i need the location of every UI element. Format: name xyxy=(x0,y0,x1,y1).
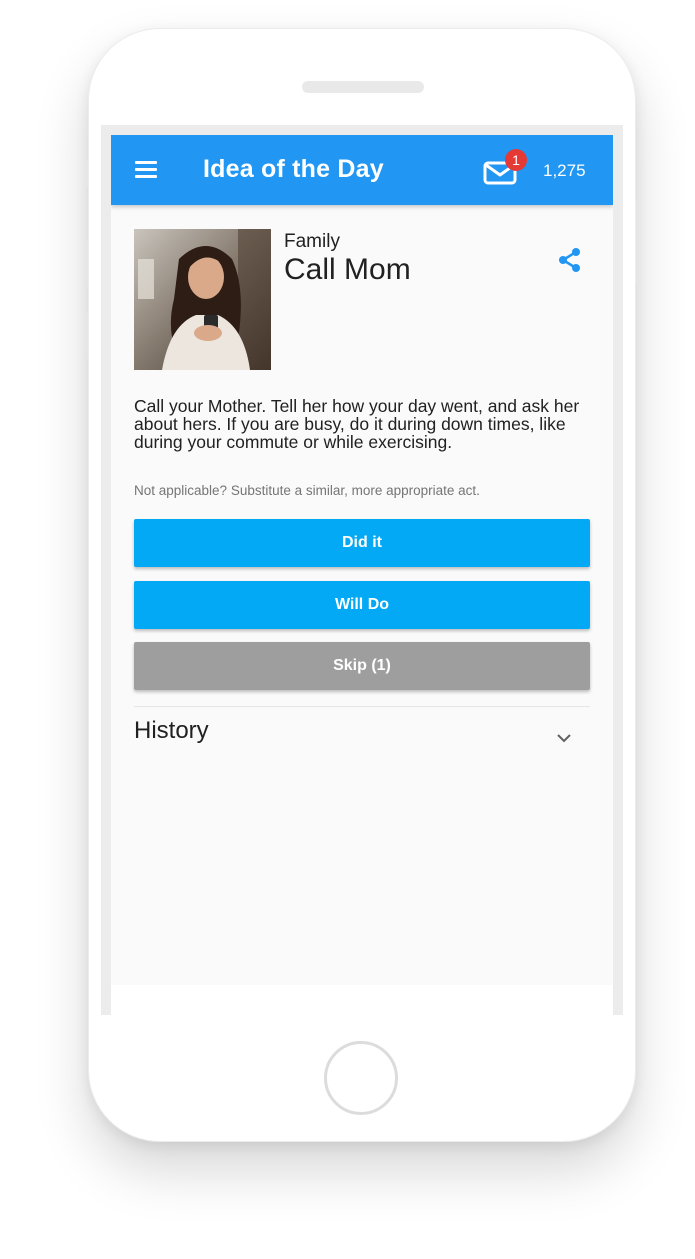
phone-power-button xyxy=(636,199,639,285)
will-do-button[interactable]: Will Do xyxy=(134,581,590,629)
mail-icon[interactable]: 1 xyxy=(483,149,527,187)
app-title: Idea of the Day xyxy=(203,155,384,183)
menu-icon[interactable] xyxy=(135,161,157,179)
substitute-note: Not applicable? Substitute a similar, mo… xyxy=(134,483,480,498)
points-counter: 1,275 xyxy=(543,161,586,180)
app-bar: Idea of the Day 1 1,275 xyxy=(111,135,613,205)
history-label: History xyxy=(134,717,209,744)
idea-photo xyxy=(134,229,271,370)
idea-description: Call your Mother. Tell her how your day … xyxy=(134,396,580,452)
share-icon[interactable] xyxy=(557,247,583,273)
chevron-down-icon[interactable] xyxy=(556,731,572,743)
skip-button[interactable]: Skip (1) xyxy=(134,642,590,690)
phone-volume-up xyxy=(85,239,88,287)
phone-volume-down xyxy=(85,311,88,359)
home-button[interactable] xyxy=(324,1041,398,1115)
idea-title: Call Mom xyxy=(284,253,411,286)
screen-frame: Idea of the Day 1 1,275 Family Call Mom … xyxy=(101,125,623,1015)
phone-frame: Idea of the Day 1 1,275 Family Call Mom … xyxy=(85,28,639,1142)
screen-bottom-area xyxy=(111,985,613,1015)
did-it-button[interactable]: Did it xyxy=(134,519,590,567)
app-screen: Idea of the Day 1 1,275 Family Call Mom … xyxy=(111,135,613,985)
phone-speaker xyxy=(302,81,424,93)
history-panel-header[interactable]: History xyxy=(134,707,590,763)
phone-side-button xyxy=(85,159,88,187)
idea-category: Family xyxy=(284,231,340,252)
notification-badge: 1 xyxy=(505,149,527,171)
